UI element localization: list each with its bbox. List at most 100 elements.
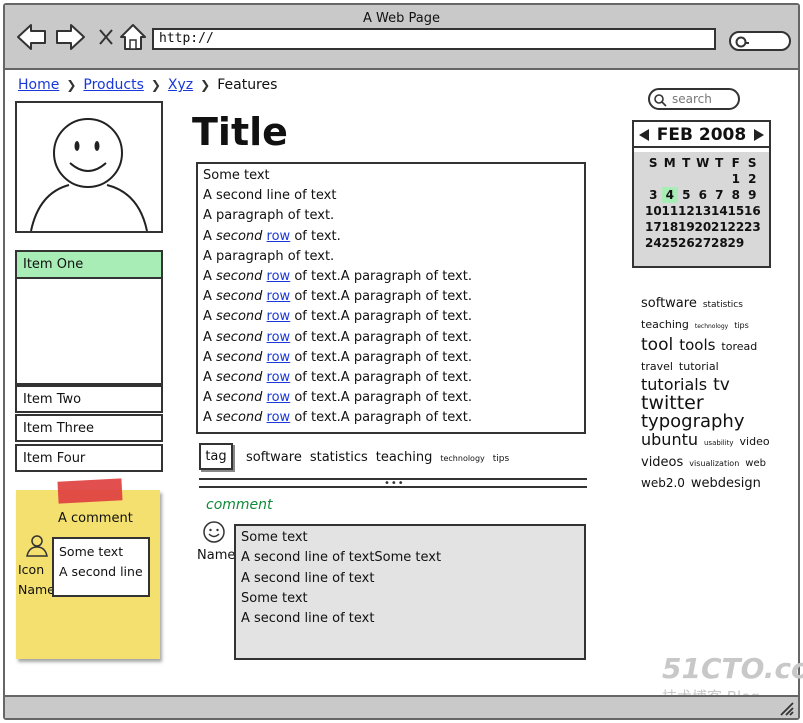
content-line: A second row of text.A paragraph of text… <box>203 307 579 327</box>
calendar-day[interactable]: 4 <box>661 187 678 203</box>
user-icon <box>26 535 48 557</box>
tag-cloud-link[interactable]: typography <box>641 413 745 431</box>
line-emphasis: second <box>216 228 263 244</box>
calendar-day[interactable]: 5 <box>678 187 695 203</box>
tag-link[interactable]: tips <box>493 454 509 464</box>
calendar-day[interactable]: 19 <box>678 219 695 235</box>
forward-arrow-icon[interactable] <box>53 20 87 54</box>
calendar-day[interactable]: 10 <box>645 203 662 219</box>
calendar-day[interactable]: 21 <box>711 219 728 235</box>
calendar-day[interactable]: 16 <box>744 203 761 219</box>
calendar-day[interactable]: 3 <box>645 187 662 203</box>
tag-cloud-link[interactable]: visualization <box>689 455 739 473</box>
calendar-day[interactable]: 9 <box>744 187 761 203</box>
calendar-day[interactable]: 2 <box>744 171 761 187</box>
calendar-day[interactable]: 20 <box>695 219 712 235</box>
breadcrumb-link-home[interactable]: Home <box>18 77 59 93</box>
tag-link[interactable]: teaching <box>376 450 433 465</box>
tag-cloud-link[interactable]: teaching <box>641 316 689 334</box>
status-bar <box>5 695 798 718</box>
sidebar-item-three[interactable]: Item Three <box>15 414 163 442</box>
row-link[interactable]: row <box>267 370 291 385</box>
calendar-day <box>695 171 712 187</box>
row-link[interactable]: row <box>267 410 291 425</box>
calendar-day[interactable]: 18 <box>662 219 679 235</box>
line-text: of text.A paragraph of text. <box>290 390 472 406</box>
tag-cloud-link[interactable]: tools <box>679 336 715 354</box>
tag-cloud-link[interactable]: ubuntu <box>641 431 698 449</box>
comment-line: A second line of text <box>241 570 375 586</box>
calendar-day[interactable]: 28 <box>711 235 728 251</box>
row-link[interactable]: row <box>267 309 291 324</box>
content-line: A second line of text <box>203 186 579 206</box>
tag-cloud-link[interactable]: web <box>745 455 766 473</box>
line-text: A <box>203 390 217 406</box>
tag-cloud-link[interactable]: technology <box>695 318 728 336</box>
tag-link[interactable]: technology <box>440 454 484 463</box>
tag-cloud-link[interactable]: webdesign <box>691 475 761 493</box>
calendar-day[interactable]: 15 <box>728 203 745 219</box>
tag-link[interactable]: software <box>246 450 302 465</box>
calendar-day[interactable]: 14 <box>711 203 728 219</box>
tag-cloud-link[interactable]: web2.0 <box>641 474 685 492</box>
calendar-day[interactable]: 8 <box>728 187 745 203</box>
watermark: 51CTO.com <box>662 652 803 685</box>
row-link[interactable]: row <box>267 330 291 345</box>
tag-link[interactable]: statistics <box>310 450 368 465</box>
home-icon[interactable] <box>116 20 150 54</box>
browser-search-input[interactable] <box>729 31 791 51</box>
comment-line: A second line of text <box>241 611 375 627</box>
calendar-day[interactable]: 22 <box>728 219 745 235</box>
sidebar-item-four[interactable]: Item Four <box>15 444 163 472</box>
tag-cloud-link[interactable]: statistics <box>703 296 743 314</box>
line-text: A second line of text <box>203 188 337 204</box>
divider-grip[interactable]: ••• <box>384 478 405 489</box>
row-link[interactable]: row <box>267 229 291 244</box>
calendar-day[interactable]: 6 <box>695 187 712 203</box>
line-text: A <box>203 289 217 305</box>
calendar-day[interactable]: 13 <box>695 203 712 219</box>
back-arrow-icon[interactable] <box>15 20 49 54</box>
line-text: A paragraph of text. <box>203 248 335 264</box>
tag-cloud-link[interactable]: tips <box>734 317 749 335</box>
content-text-box: Some text A second line of text A paragrap… <box>196 162 586 434</box>
calendar-day[interactable]: 24 <box>645 235 662 251</box>
calendar-day[interactable]: 1 <box>728 171 745 187</box>
tag-cloud-link[interactable]: travel <box>641 358 673 376</box>
calendar-day[interactable]: 11 <box>662 203 679 219</box>
sticky-name-label: Name <box>18 582 55 597</box>
calendar-day[interactable]: 26 <box>678 235 695 251</box>
calendar-day[interactable]: 17 <box>645 219 662 235</box>
calendar-day[interactable]: 23 <box>744 219 761 235</box>
tag-cloud-link[interactable]: software <box>641 295 697 313</box>
tag-cloud-link[interactable]: tool <box>641 336 673 354</box>
tag-cloud-link[interactable]: video <box>740 433 770 451</box>
calendar-day[interactable]: 25 <box>662 235 679 251</box>
calendar-day[interactable]: 7 <box>711 187 728 203</box>
tag-cloud-link[interactable]: usability <box>704 434 734 452</box>
calendar-day[interactable]: 27 <box>695 235 712 251</box>
tag-button[interactable]: tag <box>199 443 233 470</box>
tag-cloud-link[interactable]: tv <box>713 376 730 394</box>
tag-cloud-link[interactable]: twitter <box>641 394 704 413</box>
tag-cloud-link[interactable]: toread <box>721 338 757 356</box>
search-icon <box>654 94 667 107</box>
resize-grip-icon[interactable] <box>778 700 794 716</box>
row-link[interactable]: row <box>267 390 291 405</box>
calendar-day[interactable]: 29 <box>728 235 745 251</box>
breadcrumb-link-products[interactable]: Products <box>83 77 143 93</box>
row-link[interactable]: row <box>267 289 291 304</box>
sidebar-item-one[interactable]: Item One <box>15 250 163 279</box>
content-line: A paragraph of text. <box>203 247 579 267</box>
sticky-heading: A comment <box>58 511 133 526</box>
row-link[interactable]: row <box>267 269 291 284</box>
row-link[interactable]: row <box>267 350 291 365</box>
calendar-day[interactable]: 12 <box>678 203 695 219</box>
sidebar-item-two[interactable]: Item Two <box>15 385 163 413</box>
tag-cloud-link[interactable]: tutorial <box>679 358 719 376</box>
triangle-right-icon[interactable] <box>753 128 765 142</box>
tag-cloud-link[interactable]: videos <box>641 454 683 472</box>
breadcrumb-link-xyz[interactable]: Xyz <box>168 77 193 93</box>
triangle-left-icon[interactable] <box>638 128 650 142</box>
url-input[interactable]: http:// <box>152 28 716 50</box>
